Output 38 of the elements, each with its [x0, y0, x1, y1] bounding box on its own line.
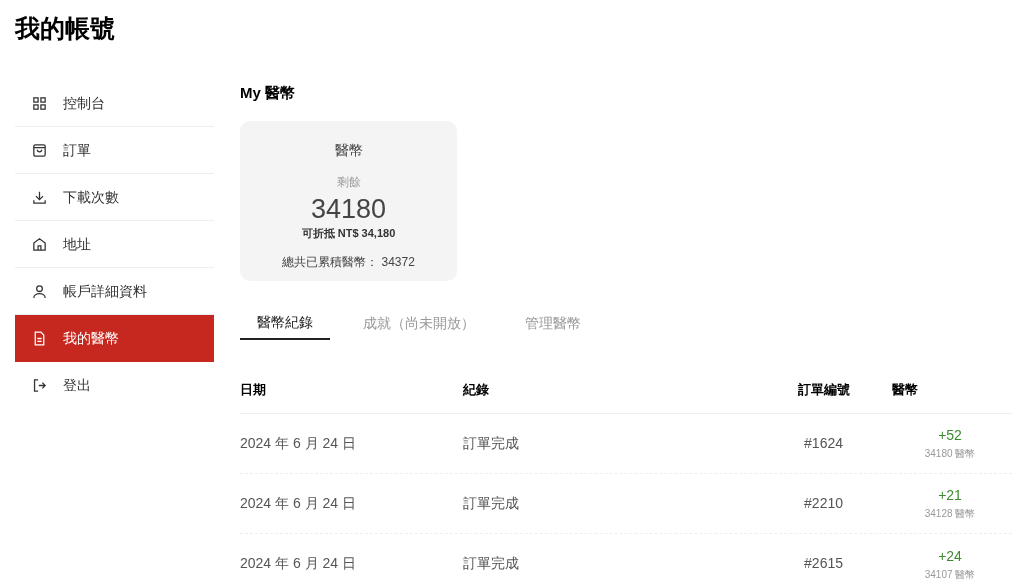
home-icon: [31, 235, 48, 253]
coin-balance: 34107 醫幣: [924, 567, 976, 582]
sidebar-item[interactable]: 訂單: [15, 127, 214, 174]
user-icon: [31, 282, 48, 300]
discount-text: 可折抵 NT$ 34,180: [301, 225, 396, 241]
record-cell: 訂單完成: [463, 494, 519, 511]
total-text: 總共已累積醫幣： 34372: [282, 254, 415, 271]
column-header: 紀錄: [463, 381, 489, 397]
record-cell: 訂單完成: [463, 555, 519, 571]
date-cell: 2024 年 6 月 24 日: [240, 494, 356, 511]
date-cell: 2024 年 6 月 24 日: [240, 555, 356, 571]
balance-amount: 34180: [310, 192, 387, 225]
order-number: #2615: [804, 555, 843, 571]
page-title: 我的帳號: [15, 13, 115, 44]
sidebar-item[interactable]: 控制台: [15, 80, 214, 127]
card-title: 醫幣: [334, 140, 363, 160]
sidebar-item[interactable]: 登出: [15, 362, 214, 409]
column-header: 訂單編號: [798, 381, 850, 397]
order-number: #2210: [804, 494, 843, 511]
section-title: My 醫幣: [240, 83, 296, 103]
order-number: #1624: [804, 434, 843, 451]
sidebar-item[interactable]: 地址: [15, 221, 214, 268]
logout-icon: [31, 377, 48, 394]
sidebar-item[interactable]: 我的醫幣: [15, 315, 214, 362]
tab[interactable]: 醫幣紀錄: [240, 306, 330, 340]
bag-icon: [31, 141, 48, 159]
coin-change: +24: [938, 546, 962, 566]
coin-change: +21: [938, 486, 962, 505]
column-header: 日期: [240, 381, 266, 397]
remaining-label: 剩餘: [336, 173, 361, 191]
grid-icon: [31, 94, 48, 112]
date-cell: 2024 年 6 月 24 日: [240, 434, 356, 451]
sidebar-item[interactable]: 下載次數: [15, 174, 214, 221]
record-cell: 訂單完成: [463, 434, 519, 451]
coin-change: +52: [938, 426, 962, 445]
column-header: 醫幣: [892, 381, 918, 397]
coin-balance: 34128 醫幣: [924, 507, 976, 521]
coin-balance: 34180 醫幣: [924, 447, 976, 461]
